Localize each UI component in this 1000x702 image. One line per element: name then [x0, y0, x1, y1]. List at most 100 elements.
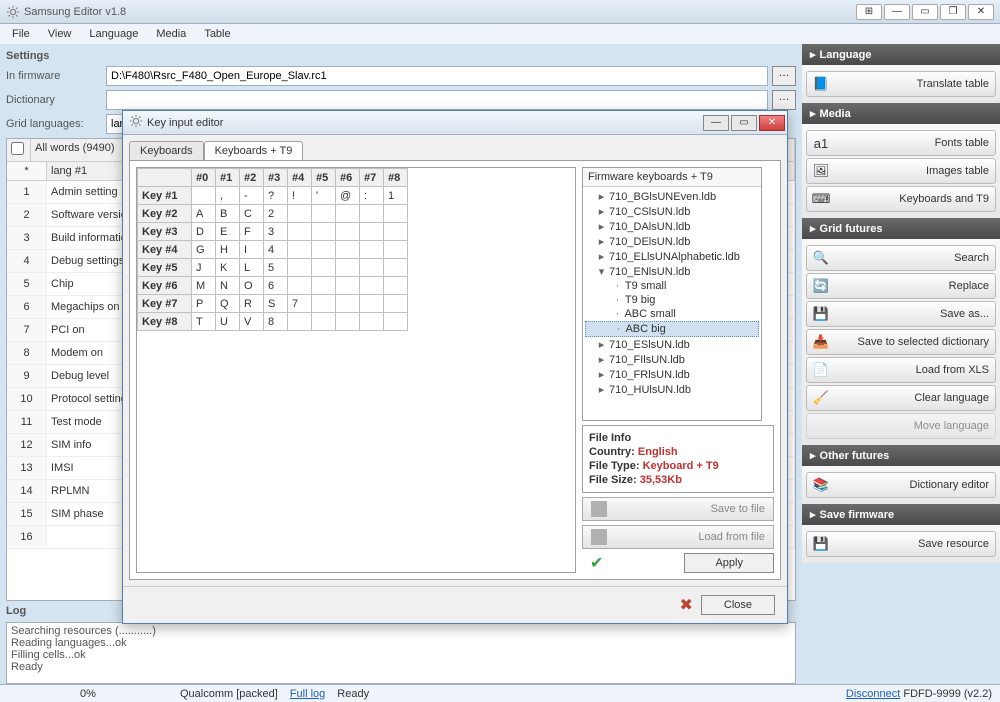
key-cell[interactable] — [336, 241, 360, 259]
key-cell[interactable] — [288, 259, 312, 277]
key-cell[interactable]: ! — [288, 187, 312, 205]
menu-language[interactable]: Language — [81, 26, 146, 42]
key-cell[interactable] — [312, 313, 336, 331]
key-cell[interactable]: V — [240, 313, 264, 331]
panel-button[interactable]: 💾Save as... — [806, 301, 996, 327]
key-cell[interactable] — [360, 313, 384, 331]
key-cell[interactable]: ' — [312, 187, 336, 205]
panel-button[interactable]: 📘Translate table — [806, 71, 996, 97]
menu-view[interactable]: View — [40, 26, 80, 42]
tree-toggle-icon[interactable]: ▸ — [597, 235, 606, 248]
key-cell[interactable] — [384, 313, 408, 331]
key-cell[interactable] — [384, 277, 408, 295]
key-cell[interactable]: E — [216, 223, 240, 241]
firmware-tree[interactable]: ▸ 710_BGlsUNEven.ldb▸ 710_CSlsUN.ldb▸ 71… — [583, 187, 761, 420]
load-from-file-button[interactable]: Load from file — [582, 525, 774, 549]
tab-keyboards-t9[interactable]: Keyboards + T9 — [204, 141, 304, 161]
panel-button[interactable]: 🧹Clear language — [806, 385, 996, 411]
tree-node[interactable]: ▸ 710_FIlsUN.ldb — [585, 352, 759, 367]
tree-toggle-icon[interactable]: ▸ — [597, 190, 606, 203]
key-cell[interactable]: R — [240, 295, 264, 313]
tree-node[interactable]: ▾ 710_ENlsUN.ldb — [585, 264, 759, 279]
tree-toggle-icon[interactable]: · — [613, 308, 622, 320]
key-cell[interactable]: S — [264, 295, 288, 313]
panel-button[interactable]: a1Fonts table — [806, 130, 996, 156]
save-to-file-button[interactable]: Save to file — [582, 497, 774, 521]
key-cell[interactable]: L — [240, 259, 264, 277]
key-cell[interactable]: K — [216, 259, 240, 277]
key-grid[interactable]: #0#1#2#3#4#5#6#7#8Key #1,-?!'@:1Key #2AB… — [136, 167, 576, 573]
panel-button[interactable]: ⌨Keyboards and T9 — [806, 186, 996, 212]
key-cell[interactable]: 5 — [264, 259, 288, 277]
key-cell[interactable] — [336, 313, 360, 331]
tree-toggle-icon[interactable]: ▸ — [597, 368, 606, 381]
tree-toggle-icon[interactable]: ▸ — [597, 205, 606, 218]
panel-button[interactable]: 📥Save to selected dictionary — [806, 329, 996, 355]
tree-toggle-icon[interactable]: · — [613, 294, 622, 306]
tree-node[interactable]: ▸ 710_CSlsUN.ldb — [585, 204, 759, 219]
key-cell[interactable]: 6 — [264, 277, 288, 295]
menu-media[interactable]: Media — [148, 26, 194, 42]
tree-node[interactable]: · T9 big — [585, 293, 759, 307]
key-cell[interactable] — [288, 241, 312, 259]
minimize-button[interactable]: — — [884, 4, 910, 20]
key-cell[interactable]: , — [216, 187, 240, 205]
key-cell[interactable]: B — [216, 205, 240, 223]
dictionary-input[interactable] — [106, 90, 768, 110]
key-cell[interactable] — [360, 205, 384, 223]
key-cell[interactable]: A — [192, 205, 216, 223]
tree-toggle-icon[interactable]: ▾ — [597, 265, 606, 278]
panel-button[interactable]: 📄Load from XLS — [806, 357, 996, 383]
menu-table[interactable]: Table — [196, 26, 238, 42]
key-cell[interactable] — [336, 277, 360, 295]
close-button[interactable]: ✕ — [968, 4, 994, 20]
key-cell[interactable]: Q — [216, 295, 240, 313]
key-cell[interactable]: 1 — [384, 187, 408, 205]
key-cell[interactable] — [312, 241, 336, 259]
key-cell[interactable] — [312, 295, 336, 313]
tree-toggle-icon[interactable]: ▸ — [597, 220, 606, 233]
tree-toggle-icon[interactable]: ▸ — [597, 383, 606, 396]
grid-checkbox-col[interactable] — [7, 139, 31, 161]
key-cell[interactable]: M — [192, 277, 216, 295]
tree-toggle-icon[interactable]: ▸ — [597, 338, 606, 351]
tree-toggle-icon[interactable]: ▸ — [597, 250, 606, 263]
key-cell[interactable] — [384, 205, 408, 223]
key-cell[interactable] — [312, 223, 336, 241]
key-cell[interactable] — [384, 259, 408, 277]
key-cell[interactable]: : — [360, 187, 384, 205]
key-cell[interactable] — [288, 277, 312, 295]
tree-toggle-icon[interactable]: ▸ — [597, 353, 606, 366]
key-cell[interactable] — [288, 313, 312, 331]
restore-button[interactable]: ❐ — [940, 4, 966, 20]
key-cell[interactable]: ? — [264, 187, 288, 205]
unknown-button[interactable]: ⊞ — [856, 4, 882, 20]
key-cell[interactable]: 7 — [288, 295, 312, 313]
key-cell[interactable]: T — [192, 313, 216, 331]
key-cell[interactable]: C — [240, 205, 264, 223]
tree-node[interactable]: ▸ 710_FRlsUN.ldb — [585, 367, 759, 382]
key-cell[interactable] — [360, 295, 384, 313]
key-cell[interactable]: G — [192, 241, 216, 259]
tree-node[interactable]: · ABC big — [585, 321, 759, 337]
key-cell[interactable] — [384, 223, 408, 241]
dictionary-browse-button[interactable]: … — [772, 90, 796, 110]
tree-toggle-icon[interactable]: · — [614, 323, 623, 335]
key-cell[interactable]: 3 — [264, 223, 288, 241]
tree-node[interactable]: ▸ 710_DElsUN.ldb — [585, 234, 759, 249]
key-cell[interactable] — [384, 241, 408, 259]
tree-node[interactable]: ▸ 710_DAlsUN.ldb — [585, 219, 759, 234]
panel-button[interactable]: 📚Dictionary editor — [806, 472, 996, 498]
tree-node[interactable]: ▸ 710_ESlsUN.ldb — [585, 337, 759, 352]
tree-node[interactable]: ▸ 710_BGlsUNEven.ldb — [585, 189, 759, 204]
panel-button[interactable]: 🔍Search — [806, 245, 996, 271]
key-cell[interactable] — [384, 295, 408, 313]
dialog-minimize-button[interactable]: — — [703, 115, 729, 131]
key-cell[interactable]: - — [240, 187, 264, 205]
key-cell[interactable]: I — [240, 241, 264, 259]
key-cell[interactable] — [288, 223, 312, 241]
key-cell[interactable]: 4 — [264, 241, 288, 259]
key-cell[interactable]: J — [192, 259, 216, 277]
status-full-log-link[interactable]: Full log — [290, 688, 325, 700]
key-cell[interactable] — [312, 259, 336, 277]
